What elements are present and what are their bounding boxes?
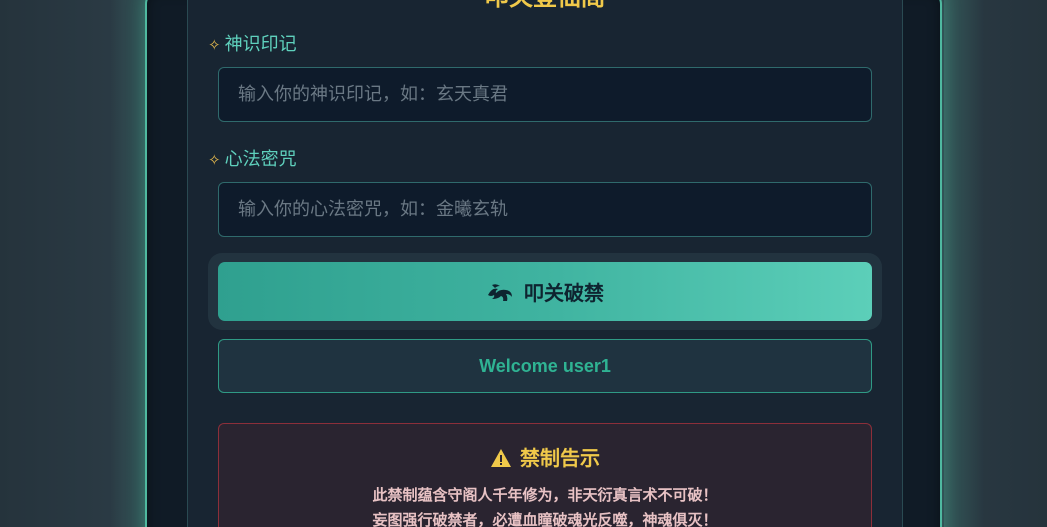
warning-triangle-icon — [491, 449, 511, 467]
right-glow — [944, 0, 984, 527]
warning-line-2: 妄图强行破禁者，必遭血瞳破魂光反噬，神魂俱灭！ — [372, 511, 718, 527]
sparkle-icon: ✧ — [208, 151, 221, 169]
identity-input[interactable] — [218, 67, 872, 122]
password-label: ✧ 心法密咒 — [208, 148, 297, 172]
welcome-message: Welcome user1 — [218, 339, 872, 393]
warning-heading: 禁制告示 — [219, 444, 871, 472]
password-label-text: 心法密咒 — [224, 149, 297, 170]
warning-title-text: 禁制告示 — [520, 446, 600, 470]
dragon-icon — [488, 283, 512, 301]
password-input[interactable] — [218, 182, 872, 237]
submit-button[interactable]: 叩关破禁 — [218, 262, 872, 321]
identity-label: ✧ 神识印记 — [208, 33, 297, 57]
form-title: 叩关登仙阁 — [187, 0, 903, 12]
warning-line-1: 此禁制蕴含守阁人千年修为，非天衍真言术不可破！ — [372, 486, 718, 504]
submit-button-label: 叩关破禁 — [524, 281, 604, 305]
sparkle-icon: ✧ — [208, 36, 221, 54]
warning-notice: 禁制告示 此禁制蕴含守阁人千年修为，非天衍真言术不可破！ 妄图强行破禁者，必遭血… — [218, 423, 872, 527]
left-glow — [110, 0, 150, 527]
identity-label-text: 神识印记 — [224, 34, 297, 55]
